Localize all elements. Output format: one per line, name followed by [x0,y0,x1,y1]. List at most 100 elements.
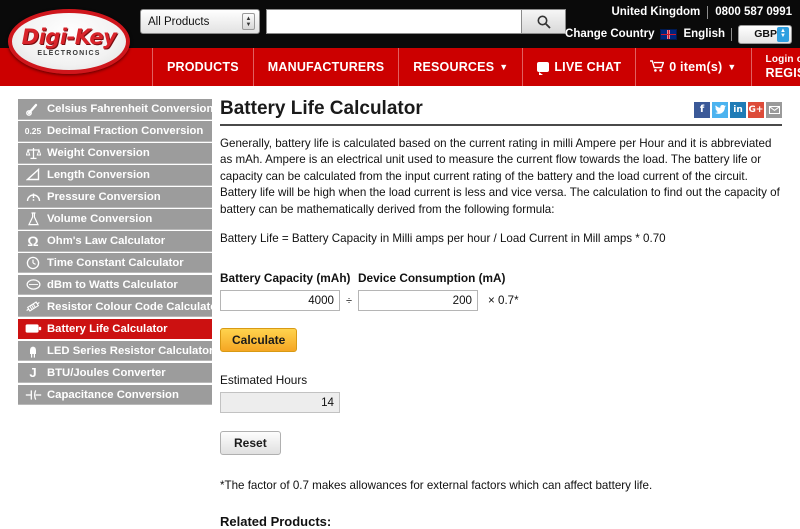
social-share-bar: f in G+ [694,102,782,118]
sidebar-item-label: Volume Conversion [45,213,152,225]
logo-text: Digi-Key [22,27,117,48]
thermometer-icon [21,100,45,117]
device-consumption-label: Device Consumption (mA) [358,271,505,285]
sidebar-item-label: Time Constant Calculator [45,257,184,269]
sidebar-item-label: Celsius Fahrenheit Conversion [45,103,213,115]
product-category-select[interactable]: All Products ▲▼ [140,9,260,34]
logo-oval: Digi-Key ELECTRONICS [8,9,130,74]
uk-flag-icon [660,29,677,40]
search-icon [536,14,552,30]
search-input[interactable] [266,9,521,34]
sidebar-item-weight-conversion[interactable]: Weight Conversion [18,143,212,164]
twitter-share-icon[interactable] [712,102,728,118]
chevron-updown-icon: ▲▼ [242,13,255,30]
sidebar-item-led-series-resistor-calculator[interactable]: LED Series Resistor Calculator [18,341,212,362]
chat-icon [537,62,549,72]
footnote-text: *The factor of 0.7 makes allowances for … [220,479,782,492]
nav-label: RESOURCES [413,60,494,74]
sidebar-item-resistor-colour-code-calculator[interactable]: Resistor Colour Code Calculator [18,297,212,318]
login-register-button[interactable]: Login or REGISTER ▼ [751,48,800,86]
top-header-bar: Digi-Key ELECTRONICS All Products ▲▼ Uni… [0,0,800,48]
nav-item-products[interactable]: PRODUCTS [152,48,253,86]
battery-icon [21,320,45,337]
reset-button[interactable]: Reset [220,431,281,455]
formula-text: Battery Life = Battery Capacity in Milli… [220,232,782,245]
title-row: Battery Life Calculator f in G+ [220,99,782,126]
sidebar-item-celsius-fahrenheit-conversion[interactable]: Celsius Fahrenheit Conversion [18,99,212,120]
googleplus-share-icon[interactable]: G+ [748,102,764,118]
sidebar-item-time-constant-calculator[interactable]: Time Constant Calculator [18,253,212,274]
logo-subtext: ELECTRONICS [37,50,100,57]
divider [731,28,732,41]
sidebar-item-decimal-fraction-conversion[interactable]: 0.25 Decimal Fraction Conversion [18,121,212,142]
currency-select[interactable]: GBP ▲▼ [738,25,792,44]
omega-icon: Ω [21,232,45,249]
related-products-title: Related Products: [220,514,782,529]
cart-label: 0 item(s) [669,60,722,74]
nav-item-live-chat[interactable]: LIVE CHAT [522,48,635,86]
multiplier-label: × 0.7* [488,294,519,307]
nav-label: PRODUCTS [167,60,239,74]
estimated-hours-output [220,392,340,413]
sidebar-item-label: dBm to Watts Calculator [45,279,178,291]
clock-icon [21,254,45,271]
sidebar-item-ohms-law-calculator[interactable]: Ω Ohm's Law Calculator [18,231,212,252]
sidebar-item-label: Length Conversion [45,169,150,181]
facebook-share-icon[interactable]: f [694,102,710,118]
sidebar-item-volume-conversion[interactable]: Volume Conversion [18,209,212,230]
product-category-value: All Products [148,16,242,28]
change-country-link[interactable]: Change Country [565,28,654,40]
sidebar-item-battery-life-calculator[interactable]: Battery Life Calculator [18,319,212,340]
led-icon [21,342,45,359]
nav-label: LIVE CHAT [554,60,621,74]
decimal-icon: 0.25 [21,122,45,139]
sidebar-item-dbm-to-watts-calculator[interactable]: dBm to Watts Calculator [18,275,212,296]
currency-value: GBP [745,28,777,40]
scales-icon [21,144,45,161]
nav-label: MANUFACTURERS [268,60,385,74]
search-area: All Products ▲▼ [140,9,566,34]
email-share-icon[interactable] [766,102,782,118]
linkedin-share-icon[interactable]: in [730,102,746,118]
site-logo[interactable]: Digi-Key ELECTRONICS [0,0,140,90]
divider [707,6,708,19]
pressure-gauge-icon [21,188,45,205]
sidebar-item-label: Pressure Conversion [45,191,161,203]
sidebar-item-label: Decimal Fraction Conversion [45,125,203,137]
description-text: Generally, battery life is calculated ba… [220,136,782,218]
register-label: REGISTER [766,66,800,80]
nav-item-resources[interactable]: RESOURCES ▼ [398,48,522,86]
sidebar-item-label: Battery Life Calculator [45,323,168,335]
nav-item-manufacturers[interactable]: MANUFACTURERS [253,48,399,86]
page-title: Battery Life Calculator [220,99,423,120]
utility-links: United Kingdom 0800 587 0991 Change Coun… [565,3,792,45]
chevron-down-icon: ▼ [499,63,508,72]
phone-number: 0800 587 0991 [715,6,792,18]
language-link[interactable]: English [683,28,725,40]
battery-capacity-label: Battery Capacity (mAh) [220,271,358,285]
calculate-button[interactable]: Calculate [220,328,297,352]
chevron-down-icon: ▼ [727,63,736,72]
main-content: Battery Life Calculator f in G+ Generall… [212,99,800,529]
chevron-updown-icon: ▲▼ [777,27,789,42]
search-button[interactable] [521,9,566,34]
flask-icon [21,210,45,227]
capacitor-icon [21,386,45,403]
device-consumption-input[interactable] [358,290,478,311]
sidebar-item-length-conversion[interactable]: Length Conversion [18,165,212,186]
page-body: Celsius Fahrenheit Conversion 0.25 Decim… [0,89,800,529]
estimated-hours-label: Estimated Hours [220,373,782,387]
battery-capacity-input[interactable] [220,290,340,311]
meter-icon [21,276,45,293]
ruler-icon [21,166,45,183]
sidebar-item-label: Capacitance Conversion [45,389,179,401]
division-operator: ÷ [340,295,358,307]
calculator-form: Battery Capacity (mAh) Device Consumptio… [220,271,782,455]
sidebar-item-pressure-conversion[interactable]: Pressure Conversion [18,187,212,208]
sidebar-item-capacitance-conversion[interactable]: Capacitance Conversion [18,385,212,406]
calculator-sidebar: Celsius Fahrenheit Conversion 0.25 Decim… [0,99,212,529]
sidebar-item-label: Resistor Colour Code Calculator [45,301,222,313]
cart-button[interactable]: 0 item(s) ▼ [635,48,750,86]
sidebar-item-label: Weight Conversion [45,147,150,159]
sidebar-item-btu-joules-converter[interactable]: J BTU/Joules Converter [18,363,212,384]
